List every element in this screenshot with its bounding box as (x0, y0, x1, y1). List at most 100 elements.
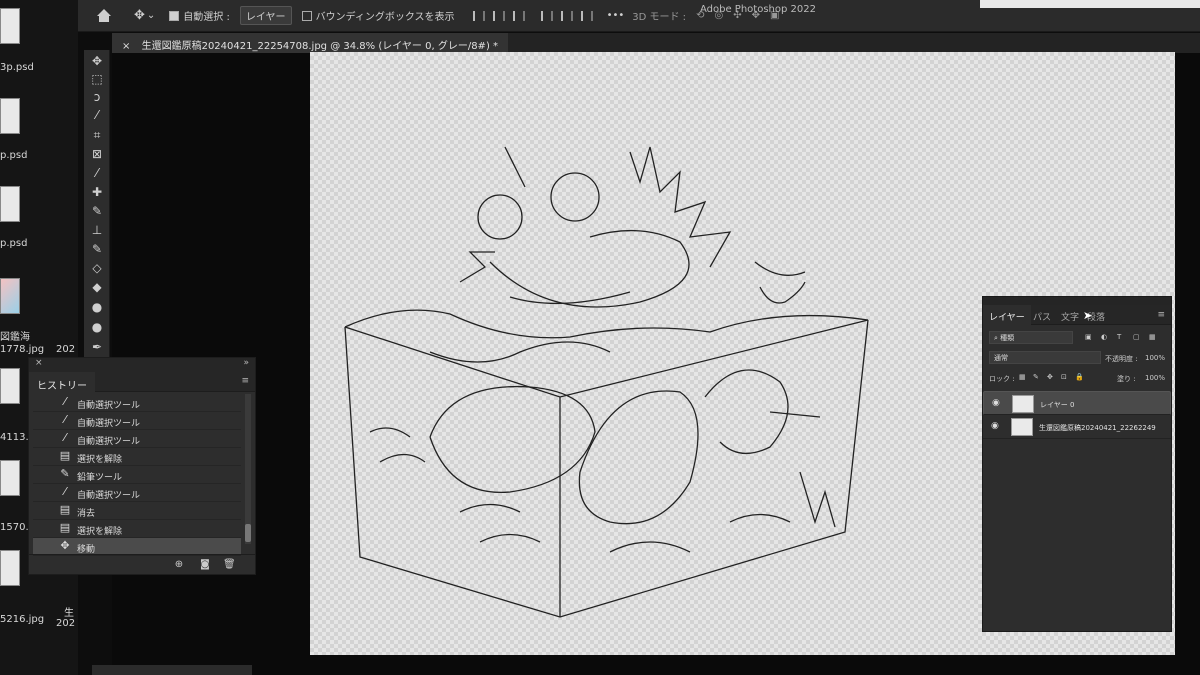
file-thumbnail[interactable] (0, 186, 20, 222)
move-tool-icon[interactable]: ✥ (88, 54, 106, 68)
lock-row: ロック : ▦ ✎ ✥ ⊡ 🔒 塗り : 100% (987, 371, 1169, 387)
file-thumbnail[interactable] (0, 550, 20, 586)
filter-adjust-icon[interactable]: ◐ (1101, 333, 1107, 341)
blend-row: 通常 不透明度 : 100% (987, 351, 1169, 367)
clone-stamp-icon[interactable]: ⊥ (88, 223, 106, 237)
file-label[interactable]: 5216.jpg (0, 614, 44, 625)
history-item[interactable]: ⁄ 自動選択ツール (33, 412, 241, 430)
file-label[interactable]: 202 (56, 618, 75, 629)
tab-paths[interactable]: パス (1033, 310, 1051, 323)
layer-filter-dropdown[interactable]: ⌕ 種類 (989, 331, 1073, 344)
file-label[interactable]: 1778.jpg (0, 344, 44, 355)
filter-shape-icon[interactable]: ▢ (1133, 333, 1140, 341)
align-center-icon[interactable] (492, 10, 505, 21)
history-item[interactable]: ✎ 鉛筆ツール (33, 466, 241, 484)
lock-all-icon[interactable]: 🔒 (1075, 373, 1084, 381)
opacity-value[interactable]: 100% (1145, 354, 1165, 362)
file-label[interactable]: 図鑑海 (0, 328, 30, 343)
new-document-from-state-icon[interactable]: ⊕ (173, 559, 185, 570)
filter-type-icon[interactable]: T (1117, 333, 1121, 341)
file-label[interactable]: 1570.j (0, 522, 31, 533)
more-options-button[interactable]: ••• (607, 10, 625, 21)
layer-row[interactable]: ◉ 生還図鑑原稿20240421_22262249 (983, 415, 1171, 439)
history-item[interactable]: ⁄ 自動選択ツール (33, 484, 241, 502)
eye-icon[interactable]: ◉ (991, 421, 1001, 431)
layer-thumbnail (1011, 418, 1033, 436)
file-thumbnail[interactable] (0, 8, 20, 44)
history-item[interactable]: ▤ 選択を解除 (33, 448, 241, 466)
align-top-icon[interactable] (540, 10, 553, 21)
history-item[interactable]: ⁄ 自動選択ツール (33, 394, 241, 412)
home-icon[interactable] (96, 8, 112, 23)
file-thumbnail[interactable] (0, 368, 20, 404)
auto-select-checkbox[interactable] (169, 10, 180, 21)
lasso-tool-icon[interactable]: ↄ (88, 90, 106, 104)
brush-icon[interactable]: ✎ (88, 204, 106, 218)
camera-icon[interactable]: ◙ (199, 559, 211, 570)
document-tab[interactable]: × 生還図鑑原稿20240421_22254708.jpg @ 34.8% (レ… (112, 33, 509, 53)
lock-position-icon[interactable]: ✥ (1047, 373, 1053, 381)
align-middle-icon[interactable] (560, 10, 573, 21)
move-tool-icon[interactable]: ✥ (134, 8, 145, 23)
blend-mode-dropdown[interactable]: 通常 (989, 351, 1101, 364)
eyedropper-icon[interactable]: ⁄ (88, 166, 106, 180)
panel-header[interactable]: × » (29, 358, 255, 372)
marquee-tool-icon[interactable]: ⬚ (88, 72, 106, 86)
lock-label: ロック : (989, 375, 1015, 383)
filter-smart-icon[interactable]: ▦ (1149, 333, 1156, 341)
lock-artboard-icon[interactable]: ⊡ (1061, 373, 1067, 381)
pencil-icon: ✎ (60, 467, 70, 480)
file-label[interactable]: p.psd (0, 150, 27, 161)
move-icon: ✥ (60, 539, 70, 552)
collapse-icon[interactable]: » (243, 358, 249, 368)
history-item[interactable]: ▤ 消去 (33, 502, 241, 520)
history-item[interactable]: ⁄ 自動選択ツール (33, 430, 241, 448)
align-left-icon[interactable] (472, 10, 485, 21)
file-label[interactable]: p.psd (0, 238, 27, 249)
file-thumbnail[interactable] (0, 460, 20, 496)
layer-row[interactable]: ◉ レイヤー 0 (983, 391, 1171, 415)
close-panel-icon[interactable]: × (35, 358, 43, 368)
history-item-label: 鉛筆ツール (77, 473, 123, 483)
blur-tool-icon[interactable]: ● (88, 300, 106, 314)
close-icon[interactable]: × (122, 41, 130, 52)
file-thumbnail[interactable] (0, 278, 20, 314)
filter-pixel-icon[interactable]: ▣ (1085, 333, 1092, 341)
align-right-icon[interactable] (512, 10, 525, 21)
eye-icon[interactable]: ◉ (992, 398, 1002, 408)
frame-tool-icon[interactable]: ⊠ (88, 147, 106, 161)
history-scrollbar[interactable] (245, 394, 251, 544)
history-brush-icon[interactable]: ✎ (88, 242, 106, 256)
tab-character[interactable]: 文字 (1061, 310, 1079, 323)
tab-history[interactable]: ヒストリー (29, 372, 95, 392)
layers-panel: レイヤー パス 文字 段落 ≡ ⌕ 種類 ▣ ◐ T ▢ ▦ 通常 不透明度 :… (982, 296, 1172, 632)
pen-tool-icon[interactable]: ✒ (88, 340, 106, 354)
crop-tool-icon[interactable]: ⌗ (88, 128, 106, 142)
panel-header[interactable] (983, 297, 1171, 305)
fill-value[interactable]: 100% (1145, 374, 1165, 382)
trash-icon[interactable]: 🗑 (223, 559, 236, 570)
history-item[interactable]: ▤ 選択を解除 (33, 520, 241, 538)
magic-wand-icon[interactable]: ⁄ (88, 108, 106, 122)
bounding-box-checkbox[interactable] (301, 10, 312, 21)
lock-pixels-icon[interactable]: ▦ (1019, 373, 1026, 381)
chevron-down-icon[interactable]: ⌄ (147, 10, 155, 21)
filter-label: 種類 (1000, 334, 1015, 342)
align-bottom-icon[interactable] (580, 10, 593, 21)
file-label[interactable]: 生 (64, 604, 74, 619)
file-label[interactable]: 202 (56, 344, 75, 355)
dodge-tool-icon[interactable]: ● (88, 320, 106, 334)
panel-menu-icon[interactable]: ≡ (241, 376, 249, 386)
healing-brush-icon[interactable]: ✚ (88, 185, 106, 199)
paint-bucket-icon[interactable]: ◆ (88, 280, 106, 294)
file-thumbnail[interactable] (0, 98, 20, 134)
file-label[interactable]: 3p.psd (0, 62, 34, 73)
eraser-icon[interactable]: ◇ (88, 261, 106, 275)
lock-paint-icon[interactable]: ✎ (1033, 373, 1039, 381)
bottom-panel-tab[interactable] (92, 665, 252, 675)
opacity-label: 不透明度 : (1105, 355, 1138, 363)
tab-layers[interactable]: レイヤー (983, 305, 1031, 325)
auto-select-target-dropdown[interactable]: レイヤー (239, 6, 292, 25)
panel-menu-icon[interactable]: ≡ (1157, 310, 1165, 320)
scrollbar-thumb[interactable] (245, 524, 251, 542)
